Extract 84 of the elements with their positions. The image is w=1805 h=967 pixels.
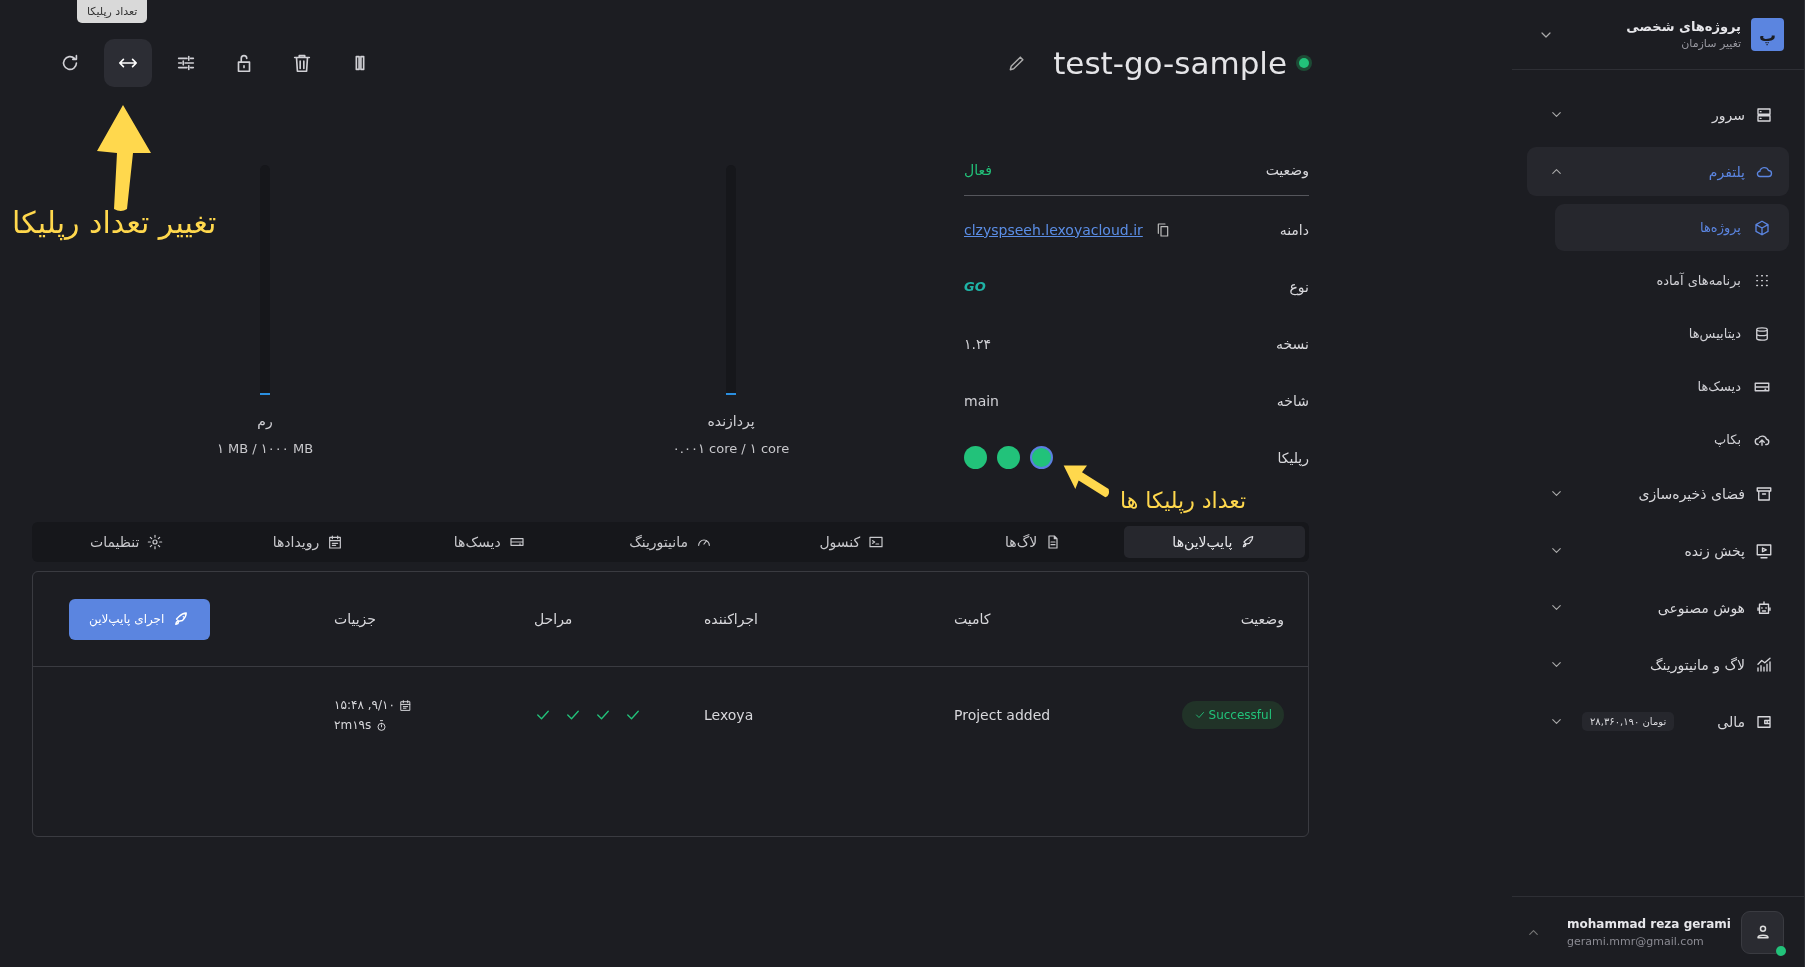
tab[interactable]: لاگ‌ها <box>942 526 1124 558</box>
monitor-play-icon <box>1755 541 1773 560</box>
sidebar-label: برنامه‌های آماده <box>1656 273 1741 288</box>
meter-label: پردازنده <box>707 413 755 429</box>
replica-dot[interactable] <box>997 446 1020 469</box>
server-icon <box>1755 105 1773 124</box>
replica-dot[interactable] <box>964 446 987 469</box>
meter-reading: ۰.۰۰۱ core / ۱ core <box>672 441 790 456</box>
org-avatar: پ <box>1751 18 1784 51</box>
sidebar-label: دیسک‌ها <box>1697 379 1741 394</box>
sidebar-label: پلتفرم <box>1708 163 1745 180</box>
annotation-text: تعداد رپلیکا ها <box>1120 488 1246 513</box>
column-header: وضعیت <box>1239 611 1284 627</box>
tab[interactable]: رویدادها <box>217 526 399 558</box>
tab[interactable]: مانیتورینگ <box>579 526 762 558</box>
sidebar-label: لاگ و مانیتورینگ <box>1650 656 1745 673</box>
sidebar-item[interactable]: سرور <box>1527 90 1789 139</box>
sidebar-label: پروژه‌ها <box>1700 220 1741 235</box>
robot-icon <box>1755 598 1773 617</box>
cube-icon <box>1753 218 1771 237</box>
tooltip: تعداد رپلیکا <box>77 0 148 23</box>
status-value: فعال <box>964 162 992 178</box>
sidebar-subitem[interactable]: دیتابیس‌ها <box>1555 310 1789 357</box>
sidebar-item[interactable]: لاگ و مانیتورینگ <box>1527 640 1789 689</box>
run-date: ۹/۱۰, ۱۵:۴۸ <box>334 698 395 712</box>
sidebar-label: مالی <box>1717 713 1745 730</box>
project-title: test-go-sample <box>1053 44 1287 81</box>
sidebar-label: پخش زنده <box>1684 542 1745 559</box>
domain-link[interactable]: clzyspseeh.lexoyacloud.ir <box>964 221 1143 238</box>
sidebar-label: دیتابیس‌ها <box>1688 326 1741 341</box>
sidebar-item[interactable]: پلتفرم <box>1527 147 1789 196</box>
database-icon <box>1753 324 1771 343</box>
sidebar-item[interactable]: مالی تومان ۲۸,۳۶۰,۱۹۰ <box>1527 697 1789 746</box>
info-label: نوع <box>1289 278 1309 295</box>
info-label: نسخه <box>1276 335 1309 352</box>
info-label: رپلیکا <box>1277 449 1309 466</box>
sidebar-subitem[interactable]: برنامه‌های آماده <box>1555 257 1789 304</box>
calendar-icon <box>398 698 412 712</box>
sidebar-label: هوش مصنوعی <box>1657 599 1745 616</box>
resize-arrows-button[interactable] <box>104 38 152 87</box>
sidebar-item[interactable]: هوش مصنوعی <box>1527 583 1789 632</box>
terminal-icon <box>868 534 885 550</box>
column-header: جزییات <box>334 611 377 627</box>
column-header: مراحل <box>534 611 574 627</box>
status-badge: Successful <box>1181 701 1284 729</box>
sidebar-label: سرور <box>1712 106 1745 123</box>
commit-message: Project added <box>954 707 1051 723</box>
info-label: دامنه <box>1279 221 1309 238</box>
annotation-text: تغییر تعداد رپلیکا <box>12 205 217 240</box>
info-value: ۱.۲۴ <box>964 335 991 352</box>
user-name: mohammad reza gerami <box>1567 916 1731 931</box>
check-icon <box>1193 709 1206 721</box>
archive-icon <box>1755 484 1773 503</box>
sidebar-subitem[interactable]: پروژه‌ها <box>1555 204 1789 251</box>
runner-name: Lexoya <box>704 707 754 723</box>
sidebar-label: بکاپ <box>1714 432 1741 447</box>
run-duration: ۲m۱۹s <box>334 718 372 732</box>
go-logo: GO <box>964 279 986 294</box>
timer-icon <box>375 718 389 732</box>
tab[interactable]: پایپ‌لاین‌ها <box>1123 526 1305 558</box>
balance-badge: تومان ۲۸,۳۶۰,۱۹۰ <box>1582 712 1675 731</box>
info-value: main <box>964 392 999 409</box>
sidebar-label: فضای ذخیره‌سازی <box>1638 485 1745 502</box>
run-pipeline-button[interactable]: اجرای پایپ‌لاین <box>69 598 211 640</box>
column-header: کامیت <box>954 611 992 627</box>
info-label: وضعیت <box>1265 162 1309 178</box>
column-header: اجراکننده <box>704 611 759 627</box>
sidebar-subitem[interactable]: دیسک‌ها <box>1555 363 1789 410</box>
calendar-icon <box>327 534 344 550</box>
info-label: شاخه <box>1276 392 1309 409</box>
sidebar-item[interactable]: پخش زنده <box>1527 526 1789 575</box>
org-name: پروژه‌های شخصی <box>1626 19 1741 34</box>
switch-org-link[interactable]: تغییر سازمان <box>1626 37 1741 50</box>
replica-dot[interactable] <box>1030 446 1053 469</box>
tab[interactable]: دیسک‌ها <box>398 526 580 558</box>
tab[interactable]: کنسول <box>761 526 943 558</box>
tab[interactable]: تنظیمات <box>36 526 218 558</box>
meter-reading: ۱ MB / ۱۰۰۰ MB <box>216 441 314 456</box>
user-email: gerami.mmr@gmail.com <box>1567 934 1705 948</box>
sidebar-subitem[interactable]: بکاپ <box>1555 416 1789 463</box>
user-avatar[interactable] <box>1741 910 1784 954</box>
sidebar-item[interactable]: فضای ذخیره‌سازی <box>1527 469 1789 518</box>
chart-icon <box>1755 655 1773 674</box>
meter-label: رم <box>257 413 273 429</box>
